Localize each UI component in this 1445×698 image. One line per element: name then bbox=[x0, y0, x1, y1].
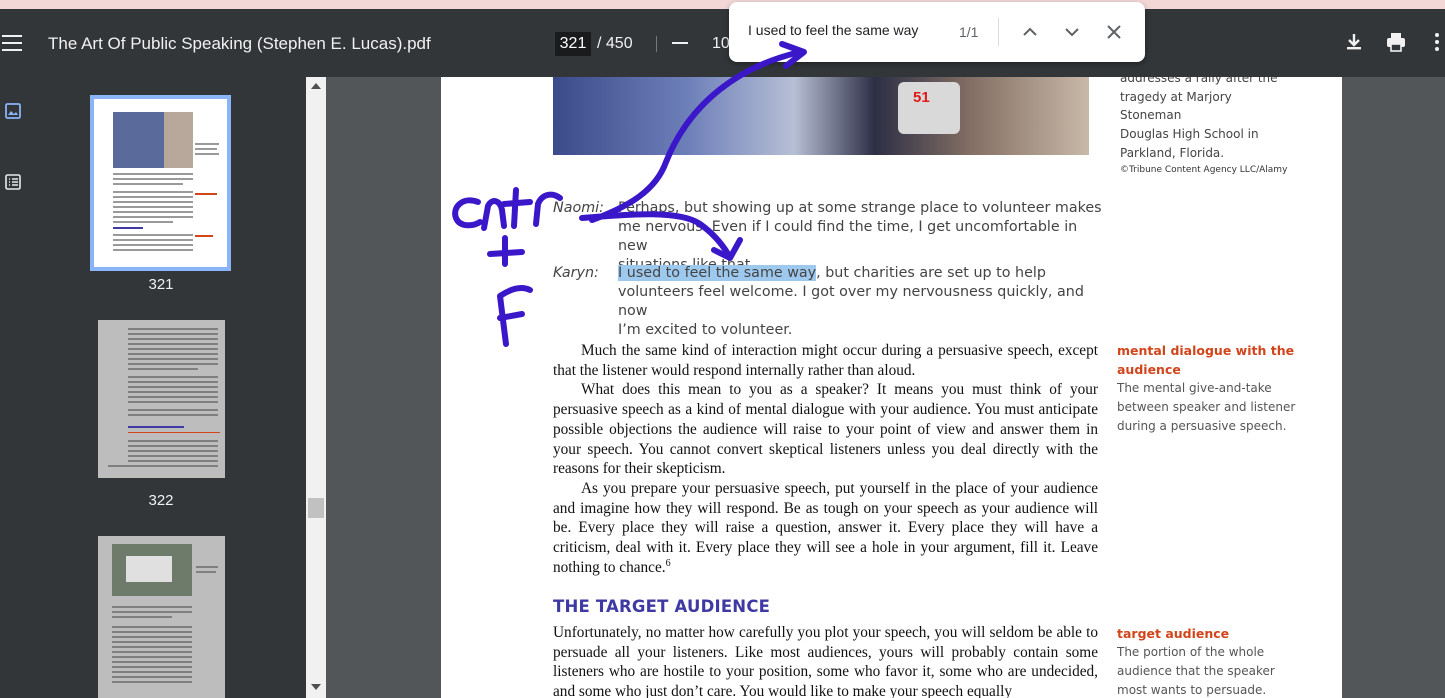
caption-line: Douglas High School in bbox=[1120, 127, 1259, 142]
find-divider bbox=[998, 18, 999, 46]
find-previous-icon[interactable] bbox=[1018, 20, 1042, 44]
body-paragraphs: Much the same kind of interaction might … bbox=[553, 341, 1098, 577]
paragraph: As you prepare your persuasive speech, p… bbox=[553, 479, 1098, 578]
page-number-input[interactable] bbox=[555, 32, 591, 56]
find-bar: 1/1 bbox=[729, 2, 1145, 62]
dialogue-line: I’m excited to volunteer. bbox=[618, 322, 793, 338]
thumbnail-panel: 321 322 bbox=[26, 77, 306, 698]
paragraph: Unfortunately, no matter how carefully y… bbox=[553, 624, 1098, 698]
window-top-strip bbox=[0, 0, 1445, 9]
paragraph: What does this mean to you as a speaker?… bbox=[553, 381, 1098, 478]
thumbnail-scrollbar[interactable] bbox=[306, 77, 326, 698]
caption-line: tragedy at Marjory Stoneman bbox=[1120, 89, 1232, 123]
paragraph: Much the same kind of interaction might … bbox=[553, 342, 1098, 379]
outline-view-icon[interactable] bbox=[4, 173, 22, 191]
find-next-icon[interactable] bbox=[1060, 20, 1084, 44]
thumbnail-page-321-preview bbox=[113, 112, 219, 251]
search-highlight: I used to feel the same way bbox=[618, 265, 817, 281]
print-icon[interactable] bbox=[1385, 31, 1407, 53]
caption-line: addresses a rally after the bbox=[1120, 77, 1278, 85]
photo-caption: addresses a rally after the tragedy at M… bbox=[1120, 77, 1295, 177]
thumbnail-page-322-preview bbox=[108, 328, 220, 467]
thumbnail-label-322: 322 bbox=[148, 492, 174, 509]
thumbnail-page-323[interactable] bbox=[98, 536, 225, 698]
sidebar-rail bbox=[0, 77, 26, 698]
paragraph-text: As you prepare your persuasive speech, p… bbox=[553, 479, 1098, 576]
speaker-karyn: Karyn: bbox=[553, 265, 599, 281]
footnote-mark: 6 bbox=[665, 557, 671, 569]
glossary-definition: The portion of the whole audience that t… bbox=[1117, 645, 1275, 697]
dialogue-text: , but charities are set up to help bbox=[816, 265, 1046, 281]
glossary-term: mental dialogue with the audience bbox=[1117, 343, 1295, 377]
microphone-logo: 51 bbox=[913, 89, 930, 106]
scrollbar-thumb[interactable] bbox=[308, 498, 324, 518]
menu-icon[interactable] bbox=[2, 35, 22, 51]
scroll-up-arrow[interactable] bbox=[311, 83, 321, 89]
dialogue-line: Perhaps, but showing up at some strange … bbox=[618, 200, 1102, 216]
find-input[interactable] bbox=[748, 22, 928, 38]
zoom-value[interactable]: 10 bbox=[712, 35, 730, 53]
glossary-term: target audience bbox=[1117, 626, 1230, 641]
thumbnails-view-icon[interactable] bbox=[4, 102, 22, 120]
glossary-definition: The mental give-and-take between speaker… bbox=[1117, 381, 1296, 433]
thumbnail-page-321[interactable] bbox=[90, 95, 231, 271]
section-heading: THE TARGET AUDIENCE bbox=[553, 597, 771, 616]
find-match-count: 1/1 bbox=[959, 24, 979, 40]
dialogue-line: me nervous. Even if I could find the tim… bbox=[618, 219, 1078, 254]
thumbnail-page-322[interactable] bbox=[98, 320, 225, 478]
dialogue-karyn: I used to feel the same way, but chariti… bbox=[618, 264, 1108, 340]
rally-photo: 51 bbox=[553, 77, 1089, 155]
pdf-page: 51 addresses a rally after the tragedy a… bbox=[441, 77, 1342, 698]
more-options-icon[interactable] bbox=[1431, 31, 1443, 53]
speaker-naomi: Naomi: bbox=[553, 200, 604, 216]
scroll-down-arrow[interactable] bbox=[311, 684, 321, 690]
toolbar-divider bbox=[656, 36, 657, 52]
thumbnail-label-321: 321 bbox=[148, 276, 174, 293]
photo-credit: ©Tribune Content Agency LLC/Alamy bbox=[1120, 164, 1288, 175]
download-icon[interactable] bbox=[1343, 31, 1365, 53]
dialogue-line: volunteers feel welcome. I got over my n… bbox=[618, 284, 1084, 319]
thumbnail-page-323-preview bbox=[112, 544, 218, 683]
document-title: The Art Of Public Speaking (Stephen E. L… bbox=[48, 34, 431, 53]
dialogue-line: I used to feel the same way, but chariti… bbox=[618, 264, 1108, 283]
zoom-out-button[interactable] bbox=[672, 42, 688, 44]
find-close-icon[interactable] bbox=[1102, 20, 1126, 44]
pdf-toolbar: The Art Of Public Speaking (Stephen E. L… bbox=[0, 9, 1445, 77]
section-paragraph: Unfortunately, no matter how carefully y… bbox=[553, 623, 1098, 698]
page-total: / 450 bbox=[597, 35, 633, 52]
caption-line: Parkland, Florida. bbox=[1120, 145, 1225, 160]
